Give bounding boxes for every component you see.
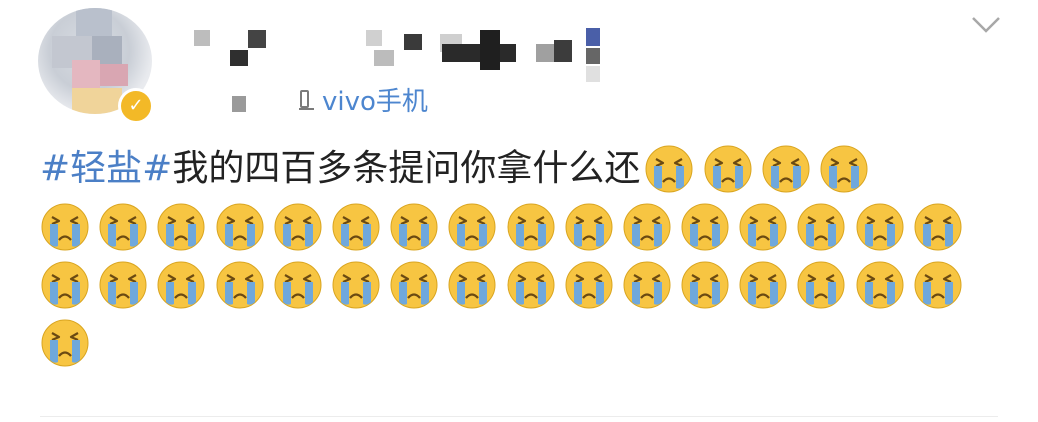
- crying-face-icon: [739, 261, 787, 309]
- mosaic-block: [554, 40, 572, 62]
- mosaic-block: [232, 96, 246, 112]
- crying-face-icon: [681, 261, 729, 309]
- divider: [40, 416, 998, 417]
- crying-face-icon: [157, 203, 205, 251]
- chevron-down-icon[interactable]: [970, 14, 1002, 36]
- verified-badge-icon: ✓: [118, 88, 154, 124]
- phone-icon: [298, 88, 316, 110]
- emoji-group: [644, 144, 877, 194]
- crying-face-icon: [157, 261, 205, 309]
- mosaic-block: [230, 50, 248, 66]
- crying-face-icon: [448, 261, 496, 309]
- crying-face-icon: [856, 203, 904, 251]
- mosaic-block: [194, 30, 210, 46]
- mosaic-block: [248, 30, 266, 48]
- post-source: vivo手机: [298, 84, 428, 117]
- crying-face-icon: [914, 261, 962, 309]
- emoji-row: [40, 314, 1000, 372]
- crying-face-icon: [216, 261, 264, 309]
- crying-face-icon: [704, 145, 752, 193]
- post-text: 我的四百多条提问你拿什么还: [172, 148, 641, 189]
- crying-face-icon: [797, 203, 845, 251]
- crying-face-icon: [623, 261, 671, 309]
- crying-face-icon: [820, 145, 868, 193]
- avatar-pixel: [76, 8, 112, 36]
- crying-face-icon: [216, 203, 264, 251]
- crying-face-icon: [507, 203, 554, 251]
- source-label[interactable]: vivo手机: [322, 81, 428, 118]
- crying-face-icon: [274, 203, 322, 251]
- emoji-row: [40, 198, 1000, 256]
- crying-face-icon: [565, 203, 613, 251]
- mosaic-block: [374, 50, 394, 66]
- crying-face-icon: [41, 261, 89, 309]
- avatar-pixel: [72, 88, 122, 114]
- crying-face-icon: [739, 203, 787, 251]
- crying-face-icon: [507, 261, 554, 309]
- crying-face-icon: [645, 145, 693, 193]
- mosaic-block: [404, 34, 422, 50]
- mosaic-block: [586, 48, 600, 64]
- mosaic-block: [366, 30, 382, 46]
- mosaic-block: [442, 44, 516, 62]
- crying-face-icon: [332, 261, 380, 309]
- avatar-pixel: [100, 64, 128, 86]
- crying-face-icon: [762, 145, 810, 193]
- crying-face-icon: [681, 203, 729, 251]
- crying-face-icon: [390, 203, 438, 251]
- emoji-row: [40, 256, 1000, 314]
- crying-face-icon: [448, 203, 496, 251]
- post-content: #轻盐# 我的四百多条提问你拿什么还: [40, 140, 1000, 372]
- hashtag-link[interactable]: #轻盐#: [40, 140, 172, 198]
- crying-face-icon: [856, 261, 904, 309]
- crying-face-icon: [332, 203, 380, 251]
- avatar-pixel: [72, 60, 100, 88]
- emoji-rows: [40, 198, 1000, 372]
- crying-face-icon: [274, 261, 322, 309]
- crying-face-icon: [623, 203, 671, 251]
- crying-face-icon: [914, 203, 962, 251]
- mosaic-block: [480, 30, 500, 70]
- mosaic-block: [536, 44, 554, 62]
- post-text-line: #轻盐# 我的四百多条提问你拿什么还: [40, 140, 1000, 198]
- crying-face-icon: [390, 261, 438, 309]
- crying-face-icon: [41, 319, 89, 367]
- crying-face-icon: [565, 261, 613, 309]
- mosaic-block: [586, 28, 600, 46]
- crying-face-icon: [41, 203, 89, 251]
- crying-face-icon: [797, 261, 845, 309]
- mosaic-block: [586, 66, 600, 82]
- crying-face-icon: [99, 203, 147, 251]
- crying-face-icon: [99, 261, 147, 309]
